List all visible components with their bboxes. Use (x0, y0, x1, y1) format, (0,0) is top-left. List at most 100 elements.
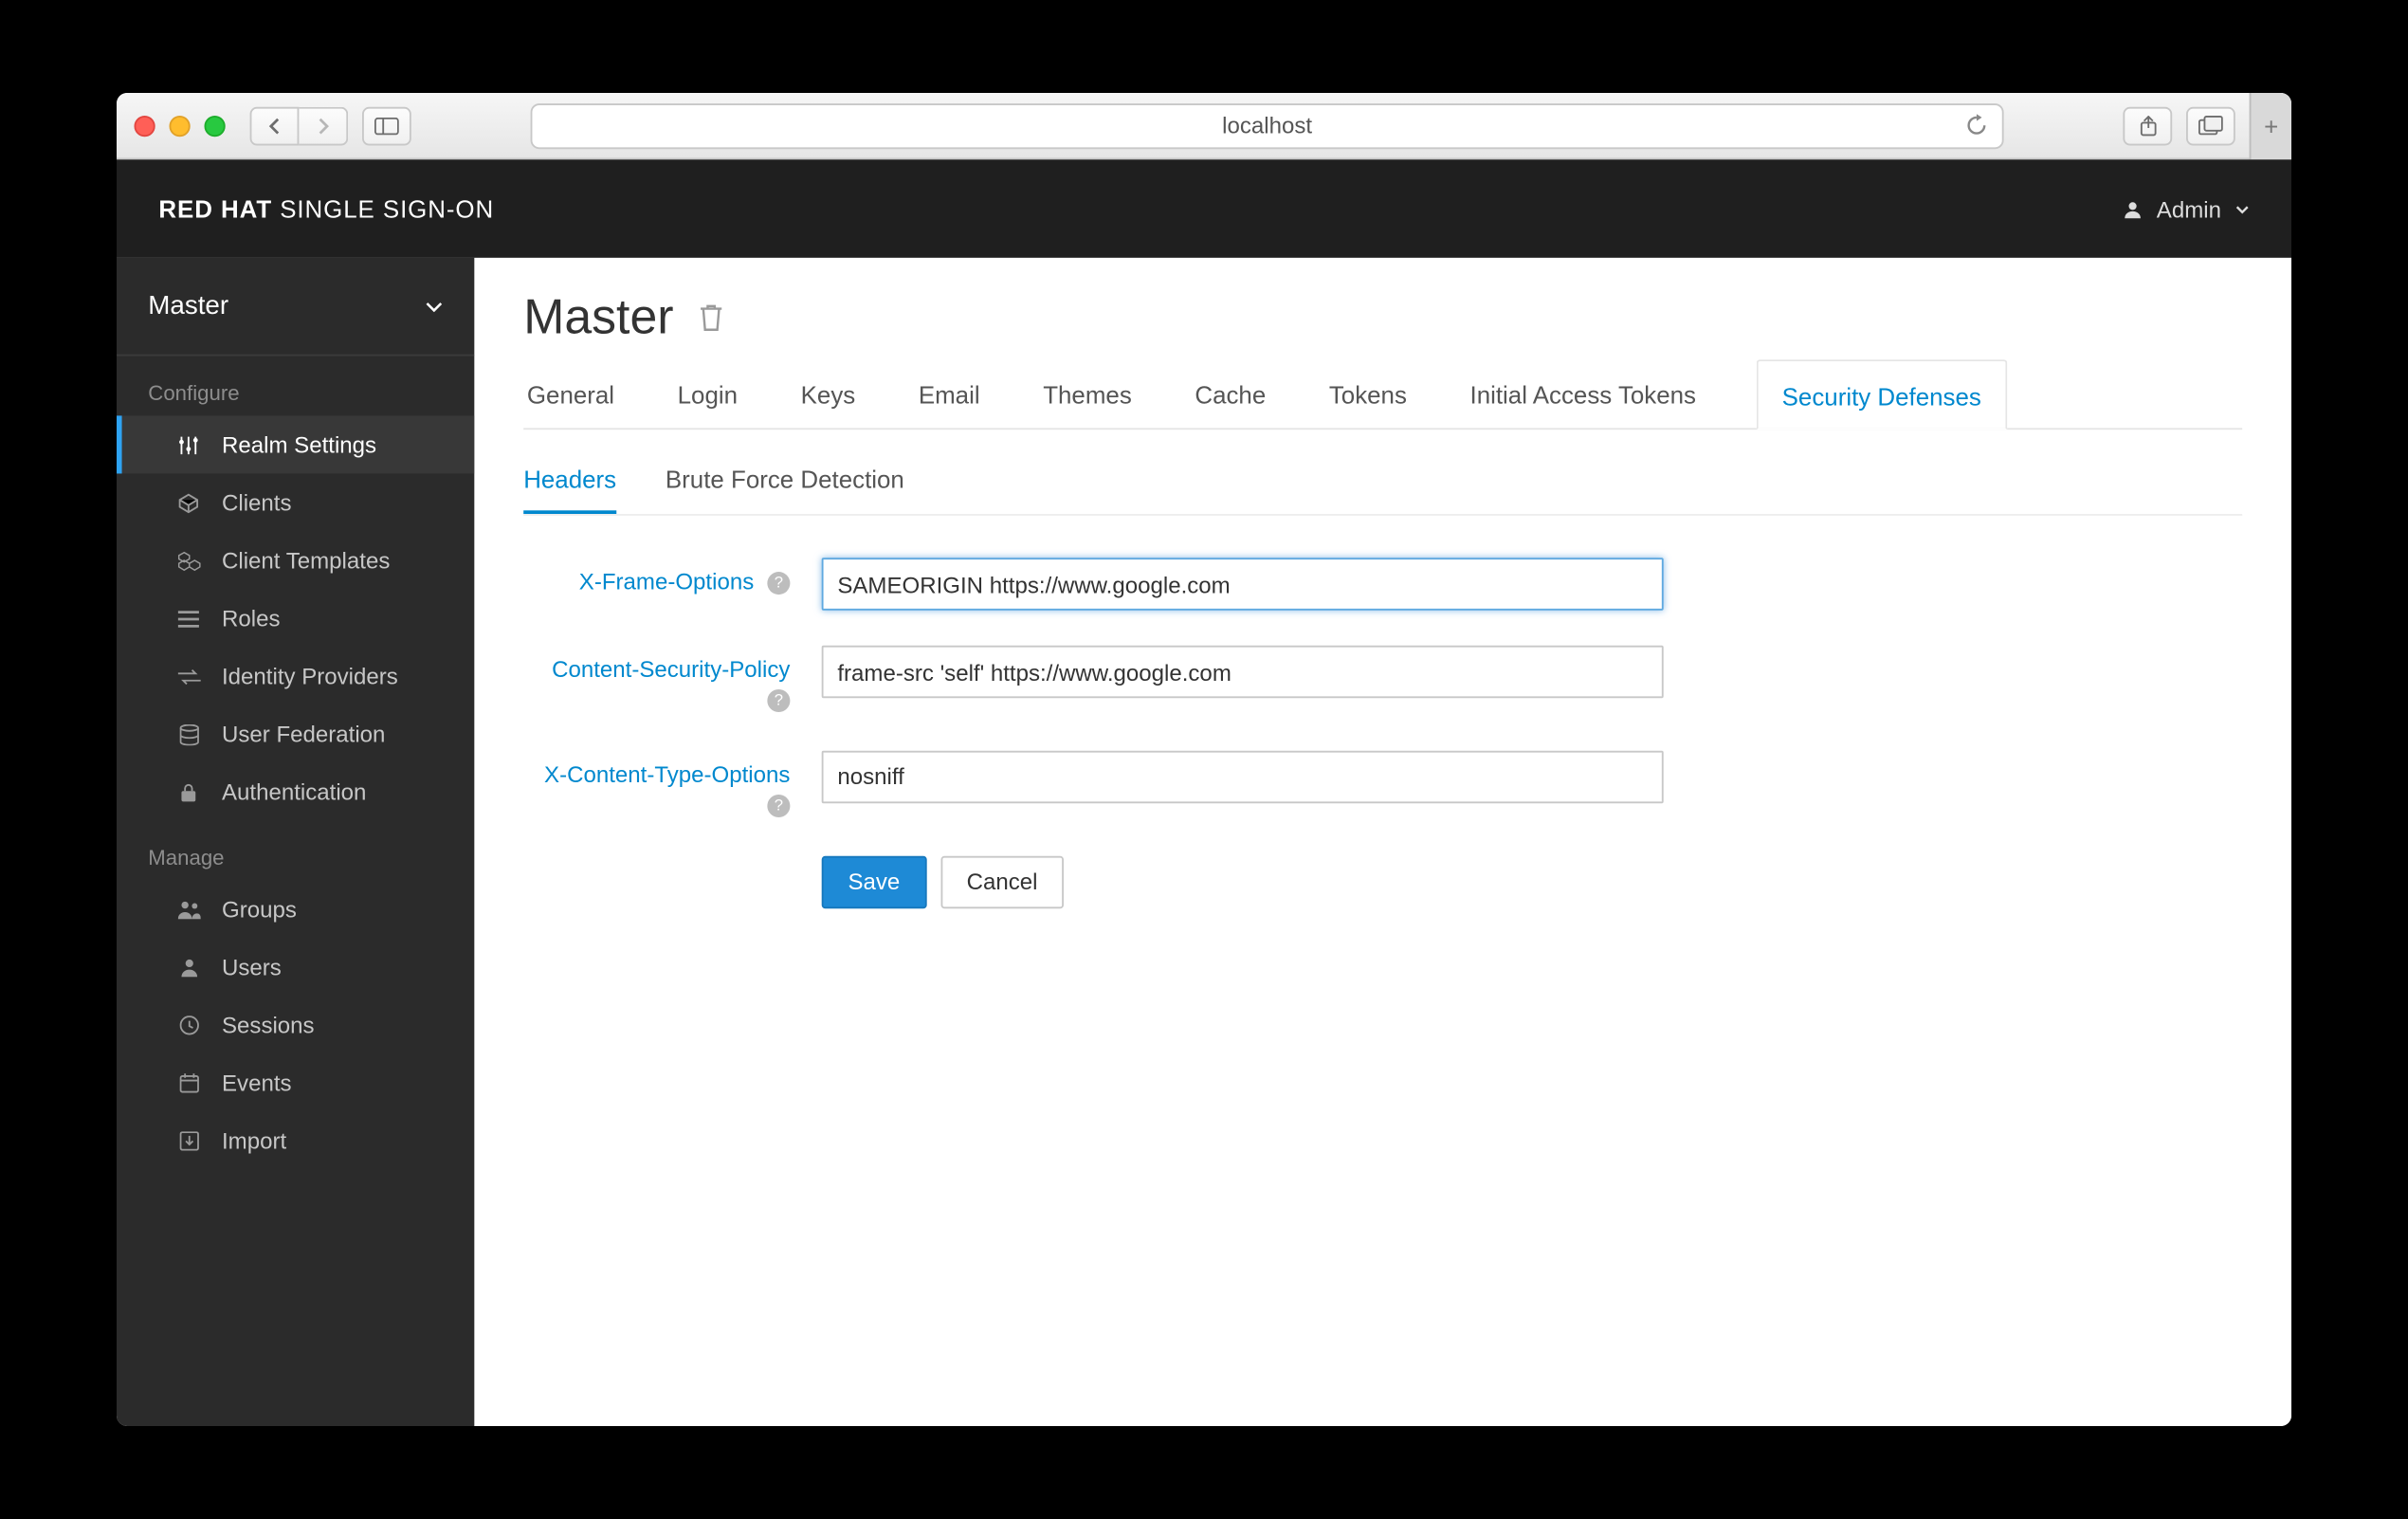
section-configure: Configure (117, 357, 474, 416)
input-x-frame-options[interactable] (822, 558, 1664, 611)
sidebar-item-roles[interactable]: Roles (117, 590, 474, 648)
exchange-icon (176, 668, 201, 686)
sidebar-item-sessions[interactable]: Sessions (117, 997, 474, 1054)
sidebar-item-realm-settings[interactable]: Realm Settings (117, 415, 474, 473)
chevron-down-icon (426, 301, 444, 311)
tab-general[interactable]: General (523, 359, 618, 428)
label-x-frame-options: X-Frame-Options ? (523, 558, 822, 597)
calendar-icon (176, 1073, 201, 1092)
tab-cache[interactable]: Cache (1192, 359, 1269, 428)
import-icon (176, 1131, 201, 1150)
sidebar-item-user-federation[interactable]: User Federation (117, 705, 474, 763)
trash-icon[interactable] (698, 303, 722, 332)
close-window-icon[interactable] (135, 115, 155, 136)
sidebar-item-label: Identity Providers (222, 663, 398, 689)
database-icon (176, 723, 201, 744)
brand-thin: SINGLE SIGN-ON (280, 194, 494, 223)
toolbar-right (2123, 106, 2235, 145)
sub-tabs: Headers Brute Force Detection (523, 454, 2242, 516)
tab-email[interactable]: Email (915, 359, 983, 428)
subtab-brute-force[interactable]: Brute Force Detection (666, 454, 904, 514)
browser-titlebar: localhost + (117, 93, 2291, 159)
realm-name: Master (148, 291, 228, 320)
forward-button[interactable] (299, 106, 348, 145)
row-x-frame-options: X-Frame-Options ? (523, 558, 1856, 611)
sidebar-item-groups[interactable]: Groups (117, 881, 474, 939)
window-controls (135, 115, 226, 136)
label-text: X-Frame-Options (579, 568, 754, 595)
form-actions: Save Cancel (822, 855, 1857, 908)
sidebar-item-label: Sessions (222, 1012, 315, 1038)
help-icon[interactable]: ? (767, 689, 790, 712)
label-text: Content-Security-Policy (552, 656, 790, 683)
address-bar[interactable]: localhost (531, 102, 2004, 148)
sidebar-item-label: Realm Settings (222, 431, 376, 458)
tab-security-defenses[interactable]: Security Defenses (1756, 359, 2008, 430)
subtab-headers[interactable]: Headers (523, 454, 616, 514)
address-text: localhost (1222, 112, 1312, 138)
sidebar-item-client-templates[interactable]: Client Templates (117, 532, 474, 590)
save-button[interactable]: Save (822, 855, 926, 908)
list-icon (176, 610, 201, 628)
headers-form: X-Frame-Options ? Content-Security-Polic… (523, 558, 1856, 907)
realm-selector[interactable]: Master (117, 258, 474, 357)
cancel-button[interactable]: Cancel (940, 855, 1064, 908)
sidebar-item-users[interactable]: Users (117, 939, 474, 997)
help-icon[interactable]: ? (767, 572, 790, 595)
sidebar-item-label: Groups (222, 896, 297, 923)
tab-login[interactable]: Login (674, 359, 741, 428)
label-xcto: X-Content-Type-Options ? (523, 750, 822, 820)
sidebar-item-label: Import (222, 1128, 286, 1155)
label-csp: Content-Security-Policy ? (523, 646, 822, 716)
clock-icon (176, 1016, 201, 1034)
sidebar-item-import[interactable]: Import (117, 1112, 474, 1170)
sidebar-item-clients[interactable]: Clients (117, 473, 474, 531)
row-xcto: X-Content-Type-Options ? (523, 750, 1856, 820)
user-icon (2124, 199, 2143, 218)
lock-icon (176, 781, 201, 802)
chevron-down-icon (2235, 204, 2250, 212)
sidebar-toggle-icon[interactable] (362, 106, 411, 145)
help-icon[interactable]: ? (767, 795, 790, 817)
brand-bold: RED HAT (158, 194, 272, 223)
back-button[interactable] (250, 106, 300, 145)
input-xcto[interactable] (822, 750, 1664, 803)
tabs-icon[interactable] (2186, 106, 2235, 145)
user-name: Admin (2157, 195, 2221, 222)
sidebar-item-label: Client Templates (222, 547, 390, 574)
user-icon (176, 958, 201, 977)
app-root: RED HAT SINGLE SIGN-ON Admin Master Conf… (117, 159, 2291, 1426)
zoom-window-icon[interactable] (205, 115, 226, 136)
user-menu[interactable]: Admin (2124, 195, 2250, 222)
minimize-window-icon[interactable] (170, 115, 191, 136)
sidebar-item-label: Events (222, 1070, 292, 1096)
tab-keys[interactable]: Keys (797, 359, 859, 428)
sidebar-item-events[interactable]: Events (117, 1054, 474, 1112)
sidebar-item-label: Users (222, 954, 282, 980)
sidebar-item-label: Roles (222, 605, 281, 631)
content: Master General Login Keys Email Themes C… (474, 258, 2291, 1426)
tab-initial-access-tokens[interactable]: Initial Access Tokens (1467, 359, 1700, 428)
group-icon (176, 900, 201, 919)
sidebar-item-label: Authentication (222, 778, 366, 805)
app-header: RED HAT SINGLE SIGN-ON Admin (117, 159, 2291, 258)
share-icon[interactable] (2123, 106, 2172, 145)
sidebar-item-label: Clients (222, 489, 292, 516)
sidebar-item-authentication[interactable]: Authentication (117, 763, 474, 821)
main-tabs: General Login Keys Email Themes Cache To… (523, 359, 2242, 430)
brand: RED HAT SINGLE SIGN-ON (158, 194, 494, 223)
row-csp: Content-Security-Policy ? (523, 646, 1856, 716)
input-csp[interactable] (822, 646, 1664, 699)
tab-themes[interactable]: Themes (1040, 359, 1136, 428)
cube-icon (176, 492, 201, 513)
section-manage: Manage (117, 821, 474, 881)
cubes-icon (176, 550, 201, 571)
nav-back-forward (250, 106, 349, 145)
label-text: X-Content-Type-Options (544, 760, 790, 787)
sidebar-item-identity-providers[interactable]: Identity Providers (117, 648, 474, 705)
app-body: Master Configure Realm Settings Clients (117, 258, 2291, 1426)
tab-tokens[interactable]: Tokens (1325, 359, 1410, 428)
sidebar: Master Configure Realm Settings Clients (117, 258, 474, 1426)
reload-icon[interactable] (1965, 114, 1988, 137)
new-tab-button[interactable]: + (2250, 93, 2291, 158)
